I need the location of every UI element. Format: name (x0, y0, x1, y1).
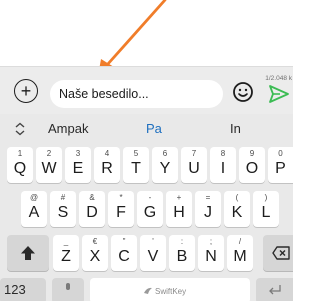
key-p[interactable]: 0P (268, 147, 293, 183)
screen: + Naše besedilo... 1/2.048 k Ampak Pa In (0, 0, 293, 301)
key-o[interactable]: 9O (239, 147, 265, 183)
key-a[interactable]: @ A (21, 191, 47, 227)
keyboard: Ampak Pa In 1Q 2W 3E 4R 5T 6Y 7U 8I 9O 0… (0, 114, 293, 301)
key-t[interactable]: 5T (123, 147, 149, 183)
key-d[interactable]: & D (79, 191, 105, 227)
key-s[interactable]: # S (50, 191, 76, 227)
add-attachment-button[interactable]: + (14, 79, 38, 103)
key-w[interactable]: 2W (36, 147, 62, 183)
chevron-icon[interactable] (14, 122, 26, 136)
key-y[interactable]: 6Y (152, 147, 178, 183)
key-f[interactable]: * F (108, 191, 134, 227)
backspace-key[interactable] (263, 235, 293, 271)
swiftkey-label: SwiftKey (155, 286, 187, 296)
key-k[interactable]: (K (224, 191, 250, 227)
key-n[interactable]: ; N (198, 235, 224, 271)
message-text: Naše besedilo... (59, 87, 149, 101)
send-icon[interactable] (268, 84, 290, 104)
add-icon: + (20, 81, 32, 101)
space-key[interactable]: SwiftKey (90, 278, 250, 301)
character-counter: 1/2.048 k (265, 75, 292, 82)
suggestion-right[interactable]: In (230, 121, 241, 136)
emoji-icon[interactable] (232, 81, 254, 103)
key-m[interactable]: / M (227, 235, 253, 271)
enter-icon (269, 285, 281, 295)
message-input[interactable]: Naše besedilo... (50, 80, 223, 108)
key-j[interactable]: = J (195, 191, 221, 227)
enter-key[interactable] (256, 278, 293, 301)
shift-key[interactable] (7, 235, 49, 271)
suggestion-center[interactable]: Pa (146, 121, 162, 136)
key-r[interactable]: 4R (94, 147, 120, 183)
suggestion-bar: Ampak Pa In (0, 114, 293, 144)
key-z[interactable]: _ Z (53, 235, 79, 271)
swiftkey-logo: SwiftKey (143, 284, 199, 298)
microphone-icon (66, 283, 70, 290)
key-v[interactable]: ' V (140, 235, 166, 271)
compose-bar: + Naše besedilo... 1/2.048 k (0, 66, 293, 114)
numbers-key-label: 123 (4, 282, 26, 297)
key-x[interactable]: € X (82, 235, 108, 271)
suggestion-left[interactable]: Ampak (48, 121, 88, 136)
key-b[interactable]: :B (169, 235, 195, 271)
key-e[interactable]: 3E (65, 147, 91, 183)
numbers-key[interactable]: 123 (0, 278, 46, 301)
key-u[interactable]: 7U (181, 147, 207, 183)
key-g[interactable]: -G (137, 191, 163, 227)
swiftkey-icon (144, 287, 152, 294)
key-i[interactable]: 8I (210, 147, 236, 183)
microphone-key[interactable] (52, 278, 84, 301)
shift-icon (21, 246, 35, 260)
backspace-icon (272, 246, 290, 260)
key-h[interactable]: + H (166, 191, 192, 227)
key-l[interactable]: ) L (253, 191, 279, 227)
key-c[interactable]: " C (111, 235, 137, 271)
key-q[interactable]: 1Q (7, 147, 33, 183)
